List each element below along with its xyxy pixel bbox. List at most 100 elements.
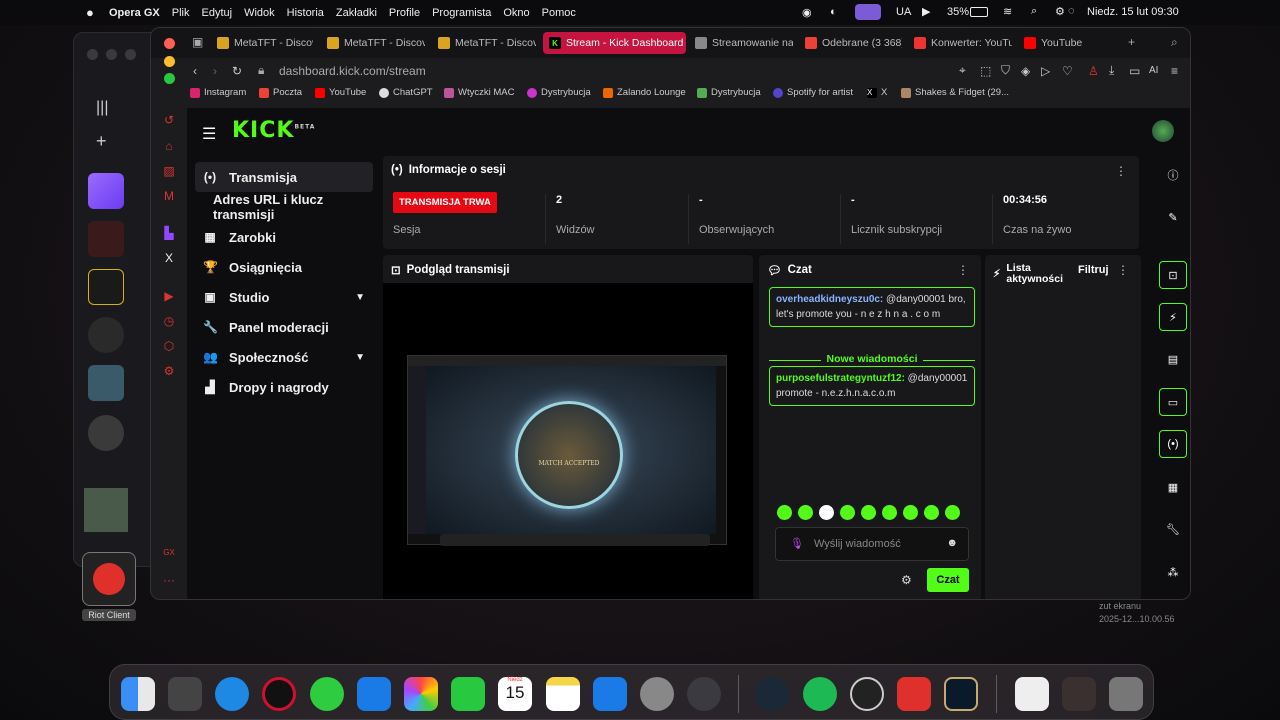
avatar-tile-2[interactable] bbox=[88, 415, 124, 451]
wifi-icon[interactable]: ≋ bbox=[1003, 5, 1012, 18]
menu-icon[interactable]: ≡ bbox=[1171, 64, 1178, 78]
bookmark-wtyczki[interactable]: Wtyczki MAC bbox=[444, 87, 514, 98]
calendar-icon[interactable]: Niedz 15 bbox=[498, 677, 532, 711]
heart-icon[interactable]: ♡ bbox=[1062, 64, 1073, 78]
tools-icon[interactable]: 🔧︎ bbox=[1159, 515, 1187, 543]
new-tab-icon[interactable]: + bbox=[1128, 35, 1135, 49]
bookmark-instagram[interactable]: Instagram bbox=[190, 87, 246, 98]
opera-status-icon[interactable]: ◐ bbox=[830, 6, 837, 18]
menubar-clock[interactable]: Niedz. 15 lut 09:30 bbox=[1087, 6, 1179, 18]
control-center-icon[interactable]: ⚙ bbox=[1055, 5, 1065, 18]
info-icon[interactable]: ⓘ bbox=[1159, 161, 1187, 189]
emote-icon[interactable] bbox=[861, 505, 876, 520]
stream-preview-video[interactable]: MATCH ACCEPTED bbox=[407, 355, 727, 546]
chevron-down-icon[interactable]: ▼ bbox=[355, 352, 365, 363]
broadcast-toggle-icon[interactable]: (•) bbox=[1159, 430, 1187, 458]
spotify-icon[interactable] bbox=[803, 677, 837, 711]
favorites-tile[interactable] bbox=[88, 173, 124, 209]
account-icon[interactable]: ♙ bbox=[1088, 64, 1099, 78]
tab-metatft-2[interactable]: MetaTFT - Discov bbox=[321, 32, 425, 54]
gx-player-icon[interactable]: ▶ bbox=[162, 289, 176, 303]
gx-logo-icon[interactable]: GX bbox=[162, 548, 176, 562]
tab-metatft-1[interactable]: MetaTFT - Discov bbox=[211, 32, 313, 54]
tab-converter[interactable]: Konwerter: YouTu bbox=[908, 32, 1012, 54]
reload-icon[interactable]: ↻ bbox=[232, 64, 242, 78]
siri-icon[interactable]: ◌ bbox=[1068, 5, 1075, 17]
downloads-stack-icon[interactable] bbox=[1062, 677, 1096, 711]
nav-studio[interactable]: ▣ Studio ▼ bbox=[195, 282, 373, 312]
app-menu[interactable]: Opera GX bbox=[109, 7, 160, 19]
bookmark-dystrybucja-1[interactable]: Dystrybucja bbox=[527, 87, 591, 98]
tab-overview-icon[interactable]: ▣ bbox=[192, 35, 203, 49]
album-tile-2[interactable] bbox=[88, 269, 124, 305]
emote-icon[interactable] bbox=[924, 505, 939, 520]
nav-zarobki[interactable]: ▦ Zarobki bbox=[195, 222, 373, 252]
tab-kick-dashboard[interactable]: K Stream - Kick Dashboard bbox=[543, 32, 686, 54]
tab-search-icon[interactable]: ⌕ bbox=[1171, 35, 1178, 50]
now-playing-cover[interactable] bbox=[84, 488, 128, 532]
obs-icon[interactable] bbox=[850, 677, 884, 711]
more-icon[interactable]: ··· bbox=[162, 573, 176, 587]
finder-icon[interactable] bbox=[121, 677, 155, 711]
riot-dock-icon[interactable] bbox=[897, 677, 931, 711]
player-icon[interactable]: ▷ bbox=[1041, 64, 1050, 78]
bookmark-shakes[interactable]: Shakes & Fidget (29... bbox=[901, 87, 1009, 98]
chat-settings-icon[interactable]: ⚙ bbox=[901, 573, 912, 587]
tab-gmail[interactable]: Odebrane (3 368) bbox=[799, 32, 902, 54]
kebab-menu-icon[interactable]: ⋮ bbox=[1115, 164, 1127, 178]
trash-icon[interactable] bbox=[1109, 677, 1143, 711]
emote-icon[interactable] bbox=[840, 505, 855, 520]
photos-icon[interactable] bbox=[404, 677, 438, 711]
gx-corner-icon[interactable]: ▨ bbox=[162, 164, 176, 178]
filter-button[interactable]: Filtruj bbox=[1078, 264, 1109, 276]
nav-panel-moderacji[interactable]: 🔧 Panel moderacji bbox=[195, 312, 373, 342]
avatar-tile-1[interactable] bbox=[88, 317, 124, 353]
chat-username[interactable]: overheadkidneyszu0c: bbox=[776, 294, 883, 305]
chevron-down-icon[interactable]: ▼ bbox=[355, 292, 365, 303]
quick-actions-icon[interactable]: ⚡︎ bbox=[1159, 303, 1187, 331]
layout-icon[interactable]: ▦ bbox=[1159, 473, 1187, 501]
shield-icon[interactable]: ⛉ bbox=[1001, 63, 1010, 78]
bookmark-spotify[interactable]: Spotify for artist bbox=[773, 87, 853, 98]
document-icon[interactable] bbox=[1015, 677, 1049, 711]
ai-button[interactable]: AI bbox=[1149, 65, 1158, 76]
safari-icon[interactable] bbox=[215, 677, 249, 711]
menu-edit[interactable]: Edytuj bbox=[201, 7, 232, 19]
hamburger-menu-icon[interactable]: ☰ bbox=[202, 124, 216, 144]
messages-icon[interactable] bbox=[310, 677, 344, 711]
bookmark-x[interactable]: XX bbox=[867, 87, 887, 98]
x-icon[interactable]: X bbox=[162, 251, 176, 265]
battery-saver-icon[interactable]: ▭ bbox=[1129, 64, 1140, 78]
close-window-button[interactable] bbox=[164, 38, 175, 49]
menu-history[interactable]: Historia bbox=[287, 7, 324, 19]
twitch-icon[interactable]: ▙ bbox=[162, 226, 176, 240]
settings-icon[interactable]: ⚙ bbox=[162, 364, 176, 378]
tab-streamowanie[interactable]: Streamowanie na bbox=[689, 32, 793, 54]
emote-icon[interactable] bbox=[777, 505, 792, 520]
emoji-icon[interactable]: ☻ bbox=[946, 537, 958, 549]
nav-stream-key[interactable]: Adres URL i klucz transmisji bbox=[195, 192, 373, 222]
menu-profiles[interactable]: Profile bbox=[389, 7, 420, 19]
bookmark-youtube[interactable]: YouTube bbox=[315, 87, 366, 98]
chat-input[interactable]: 🎙︎ Wyślij wiadomość ☻ bbox=[775, 527, 969, 561]
menu-developer[interactable]: Programista bbox=[432, 7, 491, 19]
steam-icon[interactable] bbox=[755, 677, 789, 711]
emote-icon[interactable] bbox=[798, 505, 813, 520]
tab-youtube[interactable]: YouTube bbox=[1018, 32, 1098, 54]
add-icon[interactable]: + bbox=[96, 131, 107, 152]
snapshot-icon[interactable]: ⬚ bbox=[980, 64, 991, 78]
bookmark-dystrybucja-2[interactable]: Dystrybucja bbox=[697, 87, 761, 98]
kick-logo[interactable]: KICKBETA bbox=[232, 118, 315, 143]
gx-gmail-icon[interactable]: M bbox=[162, 189, 176, 203]
bookmark-chatgpt[interactable]: ChatGPT bbox=[379, 87, 433, 98]
nav-dropy[interactable]: ▟ Dropy i nagrody bbox=[195, 372, 373, 402]
chat-toggle-icon[interactable]: ▭ bbox=[1159, 388, 1187, 416]
league-icon[interactable] bbox=[944, 677, 978, 711]
display-icon[interactable] bbox=[855, 4, 881, 20]
cube-icon[interactable]: ◈ bbox=[1021, 64, 1030, 78]
edit-icon[interactable]: ✎ bbox=[1159, 203, 1187, 231]
gx-shop-icon[interactable]: ⌂ bbox=[162, 139, 176, 153]
microphone-icon[interactable]: 🎙︎ bbox=[790, 537, 804, 550]
facetime-icon[interactable] bbox=[451, 677, 485, 711]
extensions-icon[interactable]: ⬡ bbox=[162, 339, 176, 353]
